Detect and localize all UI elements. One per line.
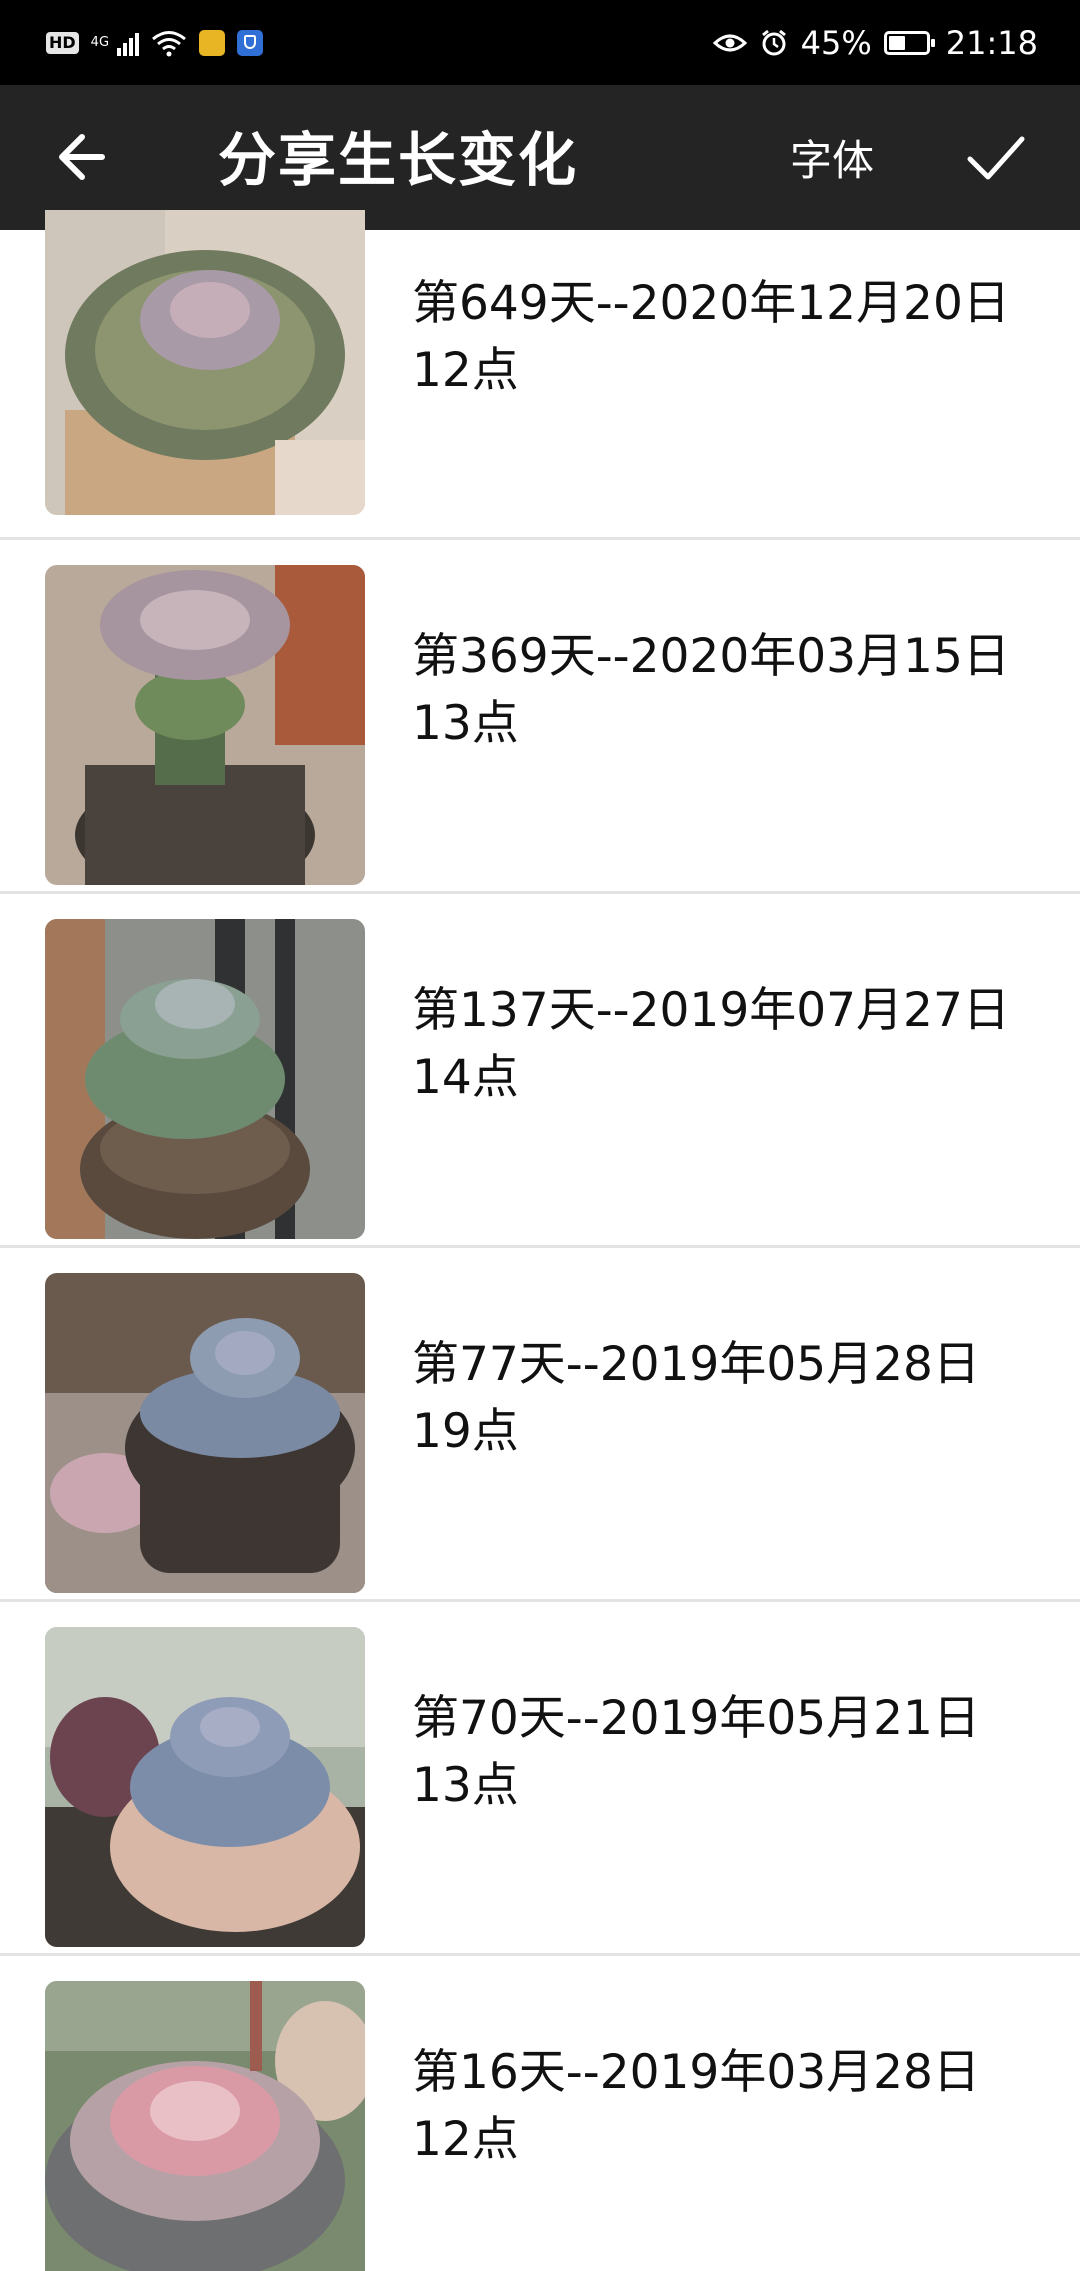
- app-bar: 分享生长变化 字体: [0, 85, 1080, 230]
- list-item[interactable]: 第16天--2019年03月28日 12点: [0, 1956, 1080, 2271]
- record-text: 第649天--2020年12月20日 12点: [412, 270, 1052, 404]
- succulent-photo: [45, 210, 365, 515]
- checkmark-icon[interactable]: [964, 125, 1028, 189]
- record-text: 第369天--2020年03月15日 13点: [412, 623, 1052, 757]
- back-arrow-icon[interactable]: [52, 125, 116, 189]
- list-item[interactable]: 第77天--2019年05月28日 19点: [0, 1248, 1080, 1602]
- shield-app-icon: [237, 29, 264, 56]
- status-left: HD 4G: [46, 29, 264, 57]
- status-bar: HD 4G 45% 21:18: [0, 0, 1080, 85]
- list-item[interactable]: 第649天--2020年12月20日 12点: [0, 210, 1080, 540]
- battery-percent: 45%: [800, 23, 872, 62]
- succulent-photo: [45, 1273, 365, 1593]
- record-day-date: 第77天--2019年05月28日: [412, 1337, 980, 1392]
- record-text: 第16天--2019年03月28日 12点: [412, 2039, 1052, 2173]
- record-hour: 13点: [412, 696, 519, 751]
- signal-icon: [117, 30, 140, 56]
- record-hour: 19点: [412, 1404, 519, 1459]
- record-hour: 12点: [412, 2112, 519, 2167]
- record-day-date: 第369天--2020年03月15日: [412, 629, 1010, 684]
- record-hour: 13点: [412, 1758, 519, 1813]
- record-text: 第77天--2019年05月28日 19点: [412, 1331, 1052, 1465]
- wifi-icon: [152, 30, 186, 56]
- record-hour: 14点: [412, 1050, 519, 1105]
- status-right: 45% 21:18: [712, 23, 1038, 62]
- network-type-label: 4G: [90, 35, 110, 50]
- list-item[interactable]: 第369天--2020年03月15日 13点: [0, 540, 1080, 894]
- hd-icon: HD: [46, 31, 79, 54]
- record-day-date: 第16天--2019年03月28日: [412, 2045, 980, 2100]
- page-title: 分享生长变化: [218, 126, 579, 194]
- battery-icon: [883, 30, 935, 55]
- record-day-date: 第137天--2019年07月27日: [412, 983, 1010, 1038]
- list-item[interactable]: 第70天--2019年05月21日 13点: [0, 1602, 1080, 1956]
- record-text: 第137天--2019年07月27日 14点: [412, 977, 1052, 1111]
- succulent-photo: [45, 1981, 365, 2271]
- clock-time: 21:18: [945, 23, 1038, 62]
- eye-icon: [712, 34, 747, 51]
- record-hour: 12点: [412, 343, 519, 398]
- record-text: 第70天--2019年05月21日 13点: [412, 1685, 1052, 1819]
- record-day-date: 第70天--2019年05月21日: [412, 1691, 980, 1746]
- record-day-date: 第649天--2020年12月20日: [412, 276, 1010, 331]
- alarm-icon: [761, 29, 786, 55]
- list-item[interactable]: 第137天--2019年07月27日 14点: [0, 894, 1080, 1248]
- app-notification-icon: [199, 29, 226, 56]
- succulent-photo: [45, 1627, 365, 1947]
- font-button[interactable]: 字体: [790, 133, 874, 189]
- succulent-photo: [45, 919, 365, 1239]
- succulent-photo: [45, 565, 365, 885]
